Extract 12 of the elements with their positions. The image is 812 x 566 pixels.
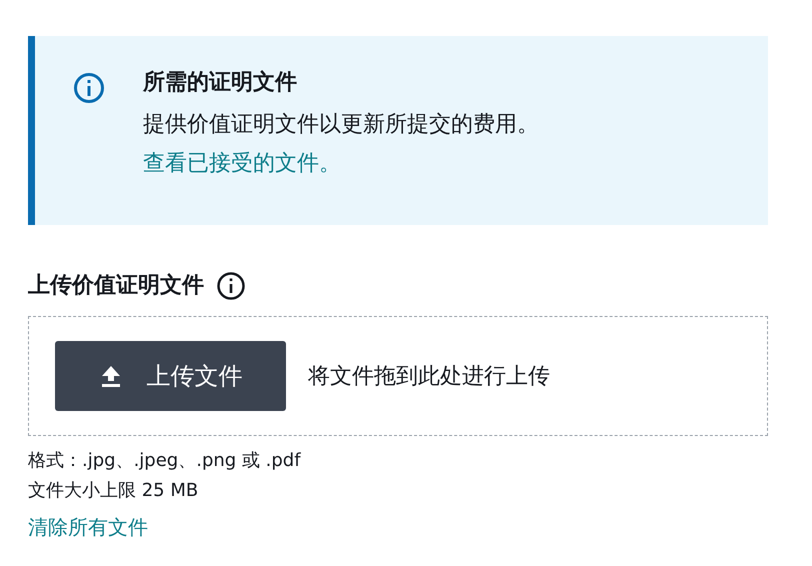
drop-zone[interactable]: 上传文件 将文件拖到此处进行上传 (28, 316, 768, 436)
accepted-files-link[interactable]: 查看已接受的文件。 (143, 150, 341, 178)
info-icon[interactable] (216, 270, 246, 300)
drop-hint: 将文件拖到此处进行上传 (308, 362, 550, 390)
alert-title: 所需的证明文件 (143, 70, 298, 96)
upload-label: 上传价值证明文件 (28, 272, 204, 300)
upload-button[interactable]: 上传文件 (55, 341, 286, 411)
clear-files-link[interactable]: 清除所有文件 (28, 512, 148, 542)
alert-message: 提供价值证明文件以更新所提交的费用。 (143, 112, 539, 139)
file-constraint: 文件大小上限 25 MB (28, 479, 200, 503)
info-icon (73, 72, 105, 104)
file-constraint: 格式：.jpg、.jpeg、.png 或 .pdf (28, 449, 302, 473)
